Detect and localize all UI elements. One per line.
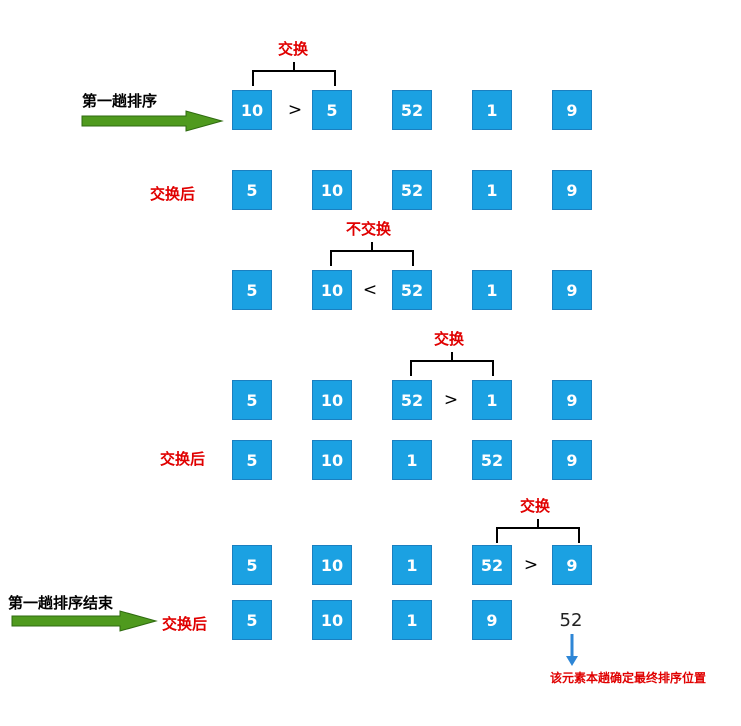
swap-bracket-1: [252, 62, 336, 86]
row6-comparison: >: [523, 555, 539, 575]
row1-box-1: 10: [232, 90, 272, 130]
settled-element: 52: [559, 610, 583, 631]
first-pass-end-arrow-icon: [11, 610, 158, 632]
after-swap-label-1: 交换后: [150, 185, 196, 203]
row6-box-1: 5: [232, 545, 272, 585]
row1-box-4: 1: [472, 90, 512, 130]
row4-box-2: 10: [312, 380, 352, 420]
row5-box-3: 1: [392, 440, 432, 480]
after-swap-label-3: 交换后: [162, 615, 208, 633]
row7-box-3: 1: [392, 600, 432, 640]
row2-box-1: 5: [232, 170, 272, 210]
swap-bracket-2: [410, 352, 494, 376]
row4-comparison: >: [443, 390, 459, 410]
row6-box-4: 52: [472, 545, 512, 585]
row1-comparison: >: [287, 100, 303, 120]
row3-box-5: 9: [552, 270, 592, 310]
down-arrow-icon: [566, 634, 578, 666]
row3-comparison: <: [362, 280, 378, 300]
first-pass-label: 第一趟排序: [82, 92, 158, 110]
swap-label-3: 交换: [520, 497, 551, 515]
first-pass-arrow-icon: [81, 110, 224, 132]
row2-box-4: 1: [472, 170, 512, 210]
row3-box-3: 52: [392, 270, 432, 310]
no-swap-label: 不交换: [346, 220, 392, 238]
after-swap-label-2: 交换后: [160, 450, 206, 468]
row7-box-4: 9: [472, 600, 512, 640]
no-swap-bracket: [330, 242, 414, 266]
row5-box-2: 10: [312, 440, 352, 480]
row3-box-2: 10: [312, 270, 352, 310]
swap-label-2: 交换: [434, 330, 465, 348]
row1-box-5: 9: [552, 90, 592, 130]
row3-box-1: 5: [232, 270, 272, 310]
row4-box-5: 9: [552, 380, 592, 420]
row5-box-4: 52: [472, 440, 512, 480]
row5-box-1: 5: [232, 440, 272, 480]
row6-box-2: 10: [312, 545, 352, 585]
row3-box-4: 1: [472, 270, 512, 310]
swap-label-1: 交换: [278, 40, 309, 58]
swap-bracket-3: [496, 519, 580, 543]
row2-box-5: 9: [552, 170, 592, 210]
row4-box-3: 52: [392, 380, 432, 420]
row7-box-1: 5: [232, 600, 272, 640]
final-position-note: 该元素本趟确定最终排序位置: [550, 671, 707, 685]
row7-box-2: 10: [312, 600, 352, 640]
row6-box-3: 1: [392, 545, 432, 585]
row5-box-5: 9: [552, 440, 592, 480]
row2-box-2: 10: [312, 170, 352, 210]
row4-box-4: 1: [472, 380, 512, 420]
row1-box-3: 52: [392, 90, 432, 130]
row1-box-2: 5: [312, 90, 352, 130]
row4-box-1: 5: [232, 380, 272, 420]
row2-box-3: 52: [392, 170, 432, 210]
row6-box-5: 9: [552, 545, 592, 585]
